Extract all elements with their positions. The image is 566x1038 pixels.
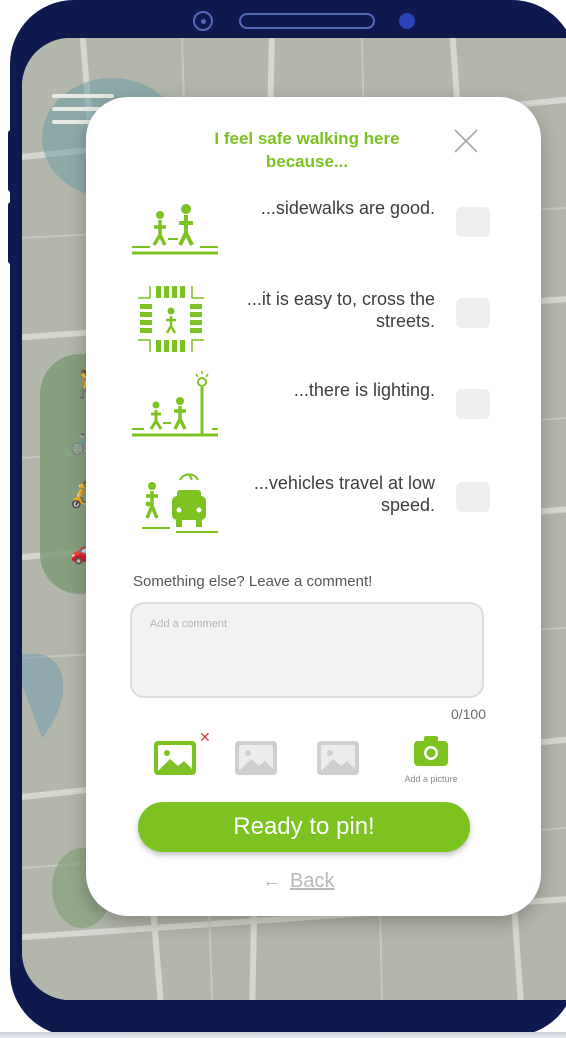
option-label: ...there is lighting.: [293, 380, 435, 400]
ready-to-pin-button[interactable]: Ready to pin!: [138, 802, 470, 852]
sidewalk-pedestrians-icon: [132, 204, 218, 255]
picture-slot-filled[interactable]: ✕: [153, 729, 211, 779]
back-arrow-icon: ←: [262, 870, 282, 892]
camera-icon: [414, 736, 448, 766]
option-low-speed: ...vehicles travel at low speed.: [130, 462, 490, 544]
image-icon: [235, 741, 277, 775]
option-label: ...sidewalks are good.: [260, 198, 435, 218]
crosswalk-intersection-icon: [138, 286, 204, 352]
modal-title: I feel safe walking here because...: [214, 129, 400, 171]
front-camera: [193, 11, 213, 31]
bottom-shadow: [0, 1032, 566, 1038]
option-lighting: ...there is lighting.: [130, 369, 490, 451]
option-crossing: ...it is easy to, cross the streets.: [130, 278, 490, 360]
back-label: Back: [290, 870, 335, 892]
image-icon: [154, 741, 196, 775]
character-counter: 0/100: [450, 706, 486, 722]
option-checkbox[interactable]: [456, 482, 490, 512]
picture-slot-empty[interactable]: [234, 737, 278, 779]
proximity-sensor: [399, 13, 415, 29]
streetlight-pedestrians-icon: [132, 371, 218, 437]
option-checkbox[interactable]: [456, 298, 490, 328]
image-icon: [317, 741, 359, 775]
add-picture-label: Add a picture: [404, 774, 458, 784]
slow-vehicle-pedestrians-icon: [142, 473, 218, 533]
earpiece-speaker: [239, 13, 375, 29]
volume-down-button: [8, 202, 16, 264]
option-label: ...vehicles travel at low speed.: [253, 473, 435, 515]
option-checkbox[interactable]: [456, 389, 490, 419]
volume-up-button: [8, 130, 16, 192]
comment-input[interactable]: [130, 602, 484, 698]
option-label: ...it is easy to, cross the streets.: [246, 289, 435, 331]
option-sidewalks: ...sidewalks are good.: [130, 187, 490, 269]
back-link[interactable]: ← Back: [262, 870, 334, 893]
option-checkbox[interactable]: [456, 207, 490, 237]
comment-label: Something else? Leave a comment!: [133, 573, 373, 590]
remove-x-icon[interactable]: ✕: [199, 729, 211, 746]
safety-feedback-modal: I feel safe walking here because... ...s…: [86, 97, 541, 916]
picture-slot-empty[interactable]: [316, 737, 360, 779]
add-picture-button[interactable]: Add a picture: [392, 735, 470, 784]
close-icon[interactable]: [450, 125, 482, 157]
